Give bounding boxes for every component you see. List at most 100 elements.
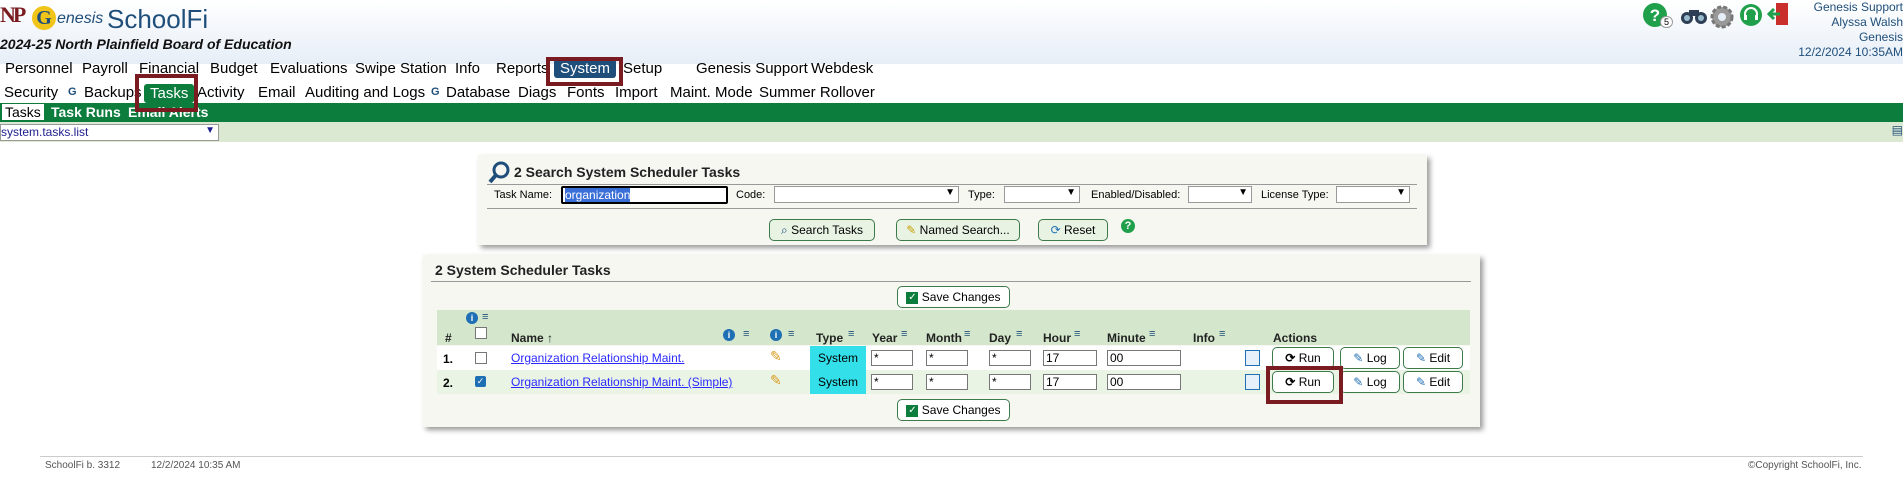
col-type[interactable]: Type — [816, 331, 843, 345]
code-select[interactable]: ▼ — [774, 186, 959, 203]
menu-personnel[interactable]: Personnel — [5, 60, 73, 77]
edit-label: Edit — [1429, 351, 1451, 365]
reset-button[interactable]: ⟳ Reset — [1038, 219, 1108, 241]
gear-icon[interactable] — [1710, 5, 1734, 32]
submenu-import[interactable]: Import — [615, 84, 658, 101]
screen-select[interactable]: system.tasks.list ▼ — [0, 124, 219, 141]
info-icon[interactable]: i — [466, 312, 478, 324]
col-info[interactable]: Info — [1193, 331, 1215, 345]
log-button[interactable]: ✎ Log — [1340, 347, 1400, 369]
column-menu-icon[interactable]: ≡ — [482, 311, 488, 323]
menu-payroll[interactable]: Payroll — [82, 60, 128, 77]
app-title: SchoolFi — [107, 4, 209, 34]
column-menu-icon[interactable]: ≡ — [1016, 328, 1022, 340]
checkbox-icon: ✓ — [906, 404, 919, 417]
edit-button[interactable]: ✎ Edit — [1403, 347, 1463, 369]
hour-input[interactable]: 17 — [1043, 350, 1097, 366]
edit-label: Edit — [1429, 375, 1451, 389]
column-menu-icon[interactable]: ≡ — [964, 328, 970, 340]
menu-webdesk[interactable]: Webdesk — [811, 60, 873, 77]
month-input[interactable]: * — [926, 374, 968, 390]
col-month[interactable]: Month — [926, 331, 962, 345]
column-menu-icon[interactable]: ≡ — [1219, 328, 1225, 340]
column-menu-icon[interactable]: ≡ — [1149, 328, 1155, 340]
select-all-checkbox[interactable] — [475, 327, 487, 339]
info-icon[interactable]: i — [770, 329, 782, 341]
minute-input[interactable]: 00 — [1107, 374, 1181, 390]
help-icon[interactable]: ? — [1121, 219, 1135, 233]
named-search-button[interactable]: ✎ Named Search... — [896, 219, 1020, 241]
results-title: 2 System Scheduler Tasks — [435, 262, 611, 278]
row-checkbox[interactable] — [475, 352, 487, 364]
col-year[interactable]: Year — [872, 331, 897, 345]
submenu-diags[interactable]: Diags — [518, 84, 556, 101]
pencil-icon[interactable]: ✎ — [770, 372, 782, 389]
menu-budget[interactable]: Budget — [210, 60, 258, 77]
enabled-select[interactable]: ▼ — [1188, 186, 1252, 203]
submenu-database[interactable]: Database — [446, 84, 510, 101]
col-day[interactable]: Day — [989, 331, 1011, 345]
pencil-icon[interactable]: ✎ — [770, 348, 782, 365]
refresh-icon: ⟳ — [1050, 223, 1061, 237]
col-hour[interactable]: Hour — [1043, 331, 1071, 345]
submenu-auditing-logs[interactable]: Auditing and Logs — [305, 84, 425, 101]
license-select[interactable]: ▼ — [1336, 186, 1410, 203]
run-label: Run — [1298, 351, 1321, 365]
subtab-task-runs[interactable]: Task Runs — [51, 104, 121, 120]
task-name-input[interactable]: organization — [561, 186, 728, 204]
submenu-maint-mode[interactable]: Maint. Mode — [670, 84, 753, 101]
column-menu-icon[interactable]: ≡ — [788, 328, 794, 340]
task-name-link[interactable]: Organization Relationship Maint. — [511, 351, 684, 365]
menu-setup[interactable]: Setup — [623, 60, 662, 77]
search-tasks-button[interactable]: ⌕ Search Tasks — [769, 219, 875, 241]
column-menu-icon[interactable]: ≡ — [901, 328, 907, 340]
brand-name: enesis — [57, 10, 104, 27]
menu-reports[interactable]: Reports — [496, 60, 549, 77]
column-menu-icon[interactable]: ≡ — [743, 328, 749, 340]
help-icon[interactable]: ? 5 — [1642, 2, 1674, 33]
submenu-activity[interactable]: Activity — [197, 84, 245, 101]
submenu-summer-rollover[interactable]: Summer Rollover — [759, 84, 875, 101]
submenu-fonts[interactable]: Fonts — [567, 84, 605, 101]
year-input[interactable]: * — [871, 374, 913, 390]
day-input[interactable]: * — [989, 350, 1031, 366]
subtab-tasks[interactable]: Tasks — [2, 104, 44, 120]
task-name-link[interactable]: Organization Relationship Maint. (Simple… — [511, 375, 732, 389]
save-changes-button-top[interactable]: ✓ Save Changes — [897, 286, 1010, 308]
info-icon[interactable]: i — [723, 329, 735, 341]
headset-support-icon[interactable] — [1739, 3, 1763, 30]
log-button[interactable]: ✎ Log — [1340, 371, 1400, 393]
school-year: 2024-25 — [0, 36, 52, 52]
type-cell: System — [810, 346, 866, 370]
submenu-backups[interactable]: Backups — [84, 84, 142, 101]
calendar-icon[interactable] — [1245, 374, 1260, 390]
day-input[interactable]: * — [989, 374, 1031, 390]
logout-icon[interactable] — [1766, 1, 1792, 30]
menu-swipe-station[interactable]: Swipe Station — [355, 60, 447, 77]
menu-evaluations[interactable]: Evaluations — [270, 60, 348, 77]
month-input[interactable]: * — [926, 350, 968, 366]
hour-input[interactable]: 17 — [1043, 374, 1097, 390]
filter-icon[interactable]: ▤ — [1892, 123, 1903, 137]
edit-icon: ✎ — [1415, 375, 1427, 389]
column-menu-icon[interactable]: ≡ — [848, 328, 854, 340]
year-input[interactable]: * — [871, 350, 913, 366]
row-checkbox-checked[interactable]: ✓ — [475, 376, 486, 387]
binoculars-icon[interactable] — [1679, 6, 1709, 29]
column-menu-icon[interactable]: ≡ — [1074, 328, 1080, 340]
col-minute[interactable]: Minute — [1107, 331, 1146, 345]
school-heading: 2024-25 North Plainfield Board of Educat… — [0, 36, 292, 52]
menu-info[interactable]: Info — [455, 60, 480, 77]
submenu-email[interactable]: Email — [258, 84, 296, 101]
col-name[interactable]: Name ↑ — [511, 331, 553, 345]
menu-genesis-support[interactable]: Genesis Support — [696, 60, 808, 77]
save-changes-button-bottom[interactable]: ✓ Save Changes — [897, 399, 1010, 421]
minute-input[interactable]: 00 — [1107, 350, 1181, 366]
edit-button[interactable]: ✎ Edit — [1403, 371, 1463, 393]
type-select[interactable]: ▼ — [1004, 186, 1080, 203]
chevron-down-icon: ▼ — [1396, 187, 1406, 198]
submenu-security[interactable]: Security — [4, 84, 58, 101]
license-label: License Type: — [1261, 189, 1329, 201]
app-header: NP G enesis SchoolFi 2024-25 North Plain… — [0, 0, 1903, 64]
calendar-icon[interactable] — [1245, 350, 1260, 366]
